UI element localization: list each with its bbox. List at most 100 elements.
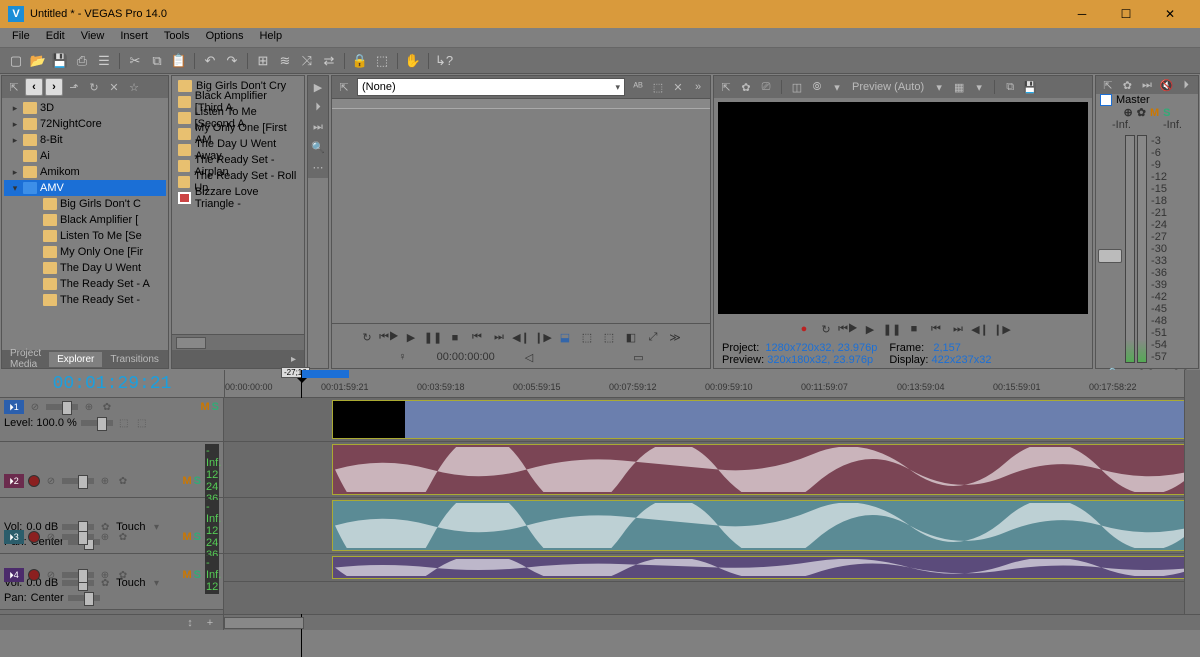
overlay-dd[interactable]: ▾ — [970, 78, 988, 96]
split-icon[interactable]: ◫ — [788, 78, 806, 96]
prev-frame-icon[interactable]: ◀❙ — [511, 329, 531, 347]
mute-button[interactable]: M — [1150, 107, 1159, 119]
undo-icon[interactable]: ↶ — [200, 51, 220, 71]
tree-item[interactable]: Listen To Me [Se — [4, 228, 166, 244]
overflow-icon[interactable]: ≫ — [665, 329, 685, 347]
snap-icon[interactable]: ⊞ — [253, 51, 273, 71]
next-frame-icon[interactable]: ❙▶ — [992, 320, 1012, 338]
external-icon[interactable]: ⎚ — [757, 78, 775, 96]
autoripple-icon[interactable]: ⇄ — [319, 51, 339, 71]
downmix-icon[interactable]: 🔇 — [1158, 76, 1176, 94]
fx-icon[interactable]: ✿ — [100, 400, 114, 414]
dock-icon[interactable]: ⇱ — [335, 78, 353, 96]
gain-slider[interactable] — [46, 404, 78, 410]
save-icon[interactable]: 💾 — [50, 51, 70, 71]
master-fader[interactable] — [1098, 249, 1122, 263]
stop-icon[interactable]: ■ — [904, 320, 924, 338]
level-slider[interactable] — [81, 420, 113, 426]
copy-icon[interactable]: ⧉ — [147, 51, 167, 71]
lock-icon[interactable]: 🔒 — [350, 51, 370, 71]
tree-item[interactable]: The Ready Set - A — [4, 276, 166, 292]
timeline-scrollbar[interactable]: ↕ + — [0, 614, 1200, 630]
fx-icon[interactable]: ✿ — [116, 474, 130, 488]
dim-icon[interactable]: ⏭ — [1138, 76, 1156, 94]
file-scrollbar[interactable] — [172, 334, 304, 350]
mute-button[interactable]: M — [182, 569, 191, 581]
solo-button[interactable]: S — [194, 569, 201, 581]
tree-item[interactable]: The Day U Went — [4, 260, 166, 276]
overlay-icon[interactable]: ▦ — [950, 78, 968, 96]
minimize-button[interactable]: ─ — [1060, 0, 1104, 28]
loop-icon[interactable]: ↻ — [357, 329, 377, 347]
clip[interactable] — [332, 444, 1200, 495]
maximize-button[interactable]: ☐ — [1104, 0, 1148, 28]
tree-item[interactable]: Ai — [4, 148, 166, 164]
region-icon[interactable]: ⬚ — [577, 329, 597, 347]
play-start-icon[interactable]: ⏮▶ — [379, 329, 399, 347]
end-icon[interactable]: ⏭ — [489, 329, 509, 347]
solo-button[interactable]: S — [1163, 107, 1170, 119]
record-arm-icon[interactable] — [28, 475, 40, 487]
tree-item[interactable]: ▸72NightCore — [4, 116, 166, 132]
cut-icon[interactable]: ✂ — [125, 51, 145, 71]
automation-icon[interactable]: ⊕ — [98, 568, 112, 582]
fx-bypass-icon[interactable]: ⦾ — [808, 78, 826, 96]
dock-icon[interactable]: ⇱ — [1099, 76, 1117, 94]
up-icon[interactable]: ⬏ — [65, 78, 83, 96]
gain-slider[interactable] — [62, 534, 94, 540]
comp-icon[interactable]: ⬚ — [117, 416, 131, 430]
track-lane-1[interactable] — [224, 398, 1200, 442]
ripple-icon[interactable]: ≋ — [275, 51, 295, 71]
bypass-icon[interactable]: ⊘ — [28, 400, 42, 414]
track-lane-4[interactable] — [224, 554, 1200, 582]
clip[interactable] — [332, 556, 1200, 579]
new-project-icon[interactable]: ▢ — [6, 51, 26, 71]
preview-quality-label[interactable]: Preview (Auto) — [848, 81, 928, 93]
preview-canvas[interactable] — [718, 102, 1088, 314]
ignore-icon[interactable]: ⬚ — [372, 51, 392, 71]
menu-file[interactable]: File — [4, 28, 38, 47]
add-timeline-icon[interactable]: ⬓ — [555, 329, 575, 347]
automation-icon[interactable]: ⊕ — [98, 530, 112, 544]
automation-icon[interactable]: ⊕ — [98, 474, 112, 488]
prev-frame-icon[interactable]: ◀❙ — [970, 320, 990, 338]
more-icon[interactable]: ⋯ — [309, 158, 327, 176]
end-icon[interactable]: ⏭ — [948, 320, 968, 338]
solo-button[interactable]: S — [194, 531, 201, 543]
track-header-2[interactable]: ⏵2⊘⊕✿MS-Inf.12243648Vol:0.0 dB✿Touch▾Pan… — [0, 442, 223, 498]
help-icon[interactable]: ↳? — [434, 51, 454, 71]
zoom-icon[interactable]: 🔍 — [309, 138, 327, 156]
pause-icon[interactable]: ❚❚ — [882, 320, 902, 338]
zoom-height-icon[interactable]: ↕ — [181, 614, 199, 632]
mute-button[interactable]: M — [200, 401, 209, 413]
mute-button[interactable]: M — [182, 475, 191, 487]
track-lane-3[interactable] — [224, 498, 1200, 554]
clip[interactable] — [332, 400, 1200, 439]
menu-edit[interactable]: Edit — [38, 28, 73, 47]
vol-slider[interactable] — [62, 524, 94, 530]
save-frame-icon[interactable]: 💾 — [1021, 78, 1039, 96]
bypass-icon[interactable]: ⊘ — [44, 530, 58, 544]
tab-explorer[interactable]: Explorer — [49, 352, 102, 367]
fx-icon[interactable]: ✿ — [116, 568, 130, 582]
redo-icon[interactable]: ↷ — [222, 51, 242, 71]
quality-dd[interactable]: ▾ — [828, 78, 846, 96]
record-arm-icon[interactable] — [28, 569, 40, 581]
record-arm-icon[interactable] — [28, 531, 40, 543]
menu-tools[interactable]: Tools — [156, 28, 198, 47]
start-icon[interactable]: ⏮ — [926, 320, 946, 338]
dock-icon[interactable]: ⇱ — [717, 78, 735, 96]
clip[interactable] — [332, 500, 1200, 551]
trimmer-canvas[interactable] — [332, 98, 710, 324]
tree-item[interactable]: The Ready Set - — [4, 292, 166, 308]
solo-button[interactable]: S — [194, 475, 201, 487]
close-button[interactable]: ✕ — [1148, 0, 1192, 28]
touch-icon[interactable]: ✋ — [403, 51, 423, 71]
render-icon[interactable]: ⎙ — [72, 51, 92, 71]
marker-icon[interactable]: ◧ — [621, 329, 641, 347]
pause-icon[interactable]: ❚❚ — [423, 329, 443, 347]
solo-button[interactable]: S — [212, 401, 219, 413]
spellcheck-icon[interactable]: ᴬᴮ — [629, 78, 647, 96]
tree-item[interactable]: My Only One [Fir — [4, 244, 166, 260]
tab-projectmedia[interactable]: Project Media — [2, 346, 49, 372]
